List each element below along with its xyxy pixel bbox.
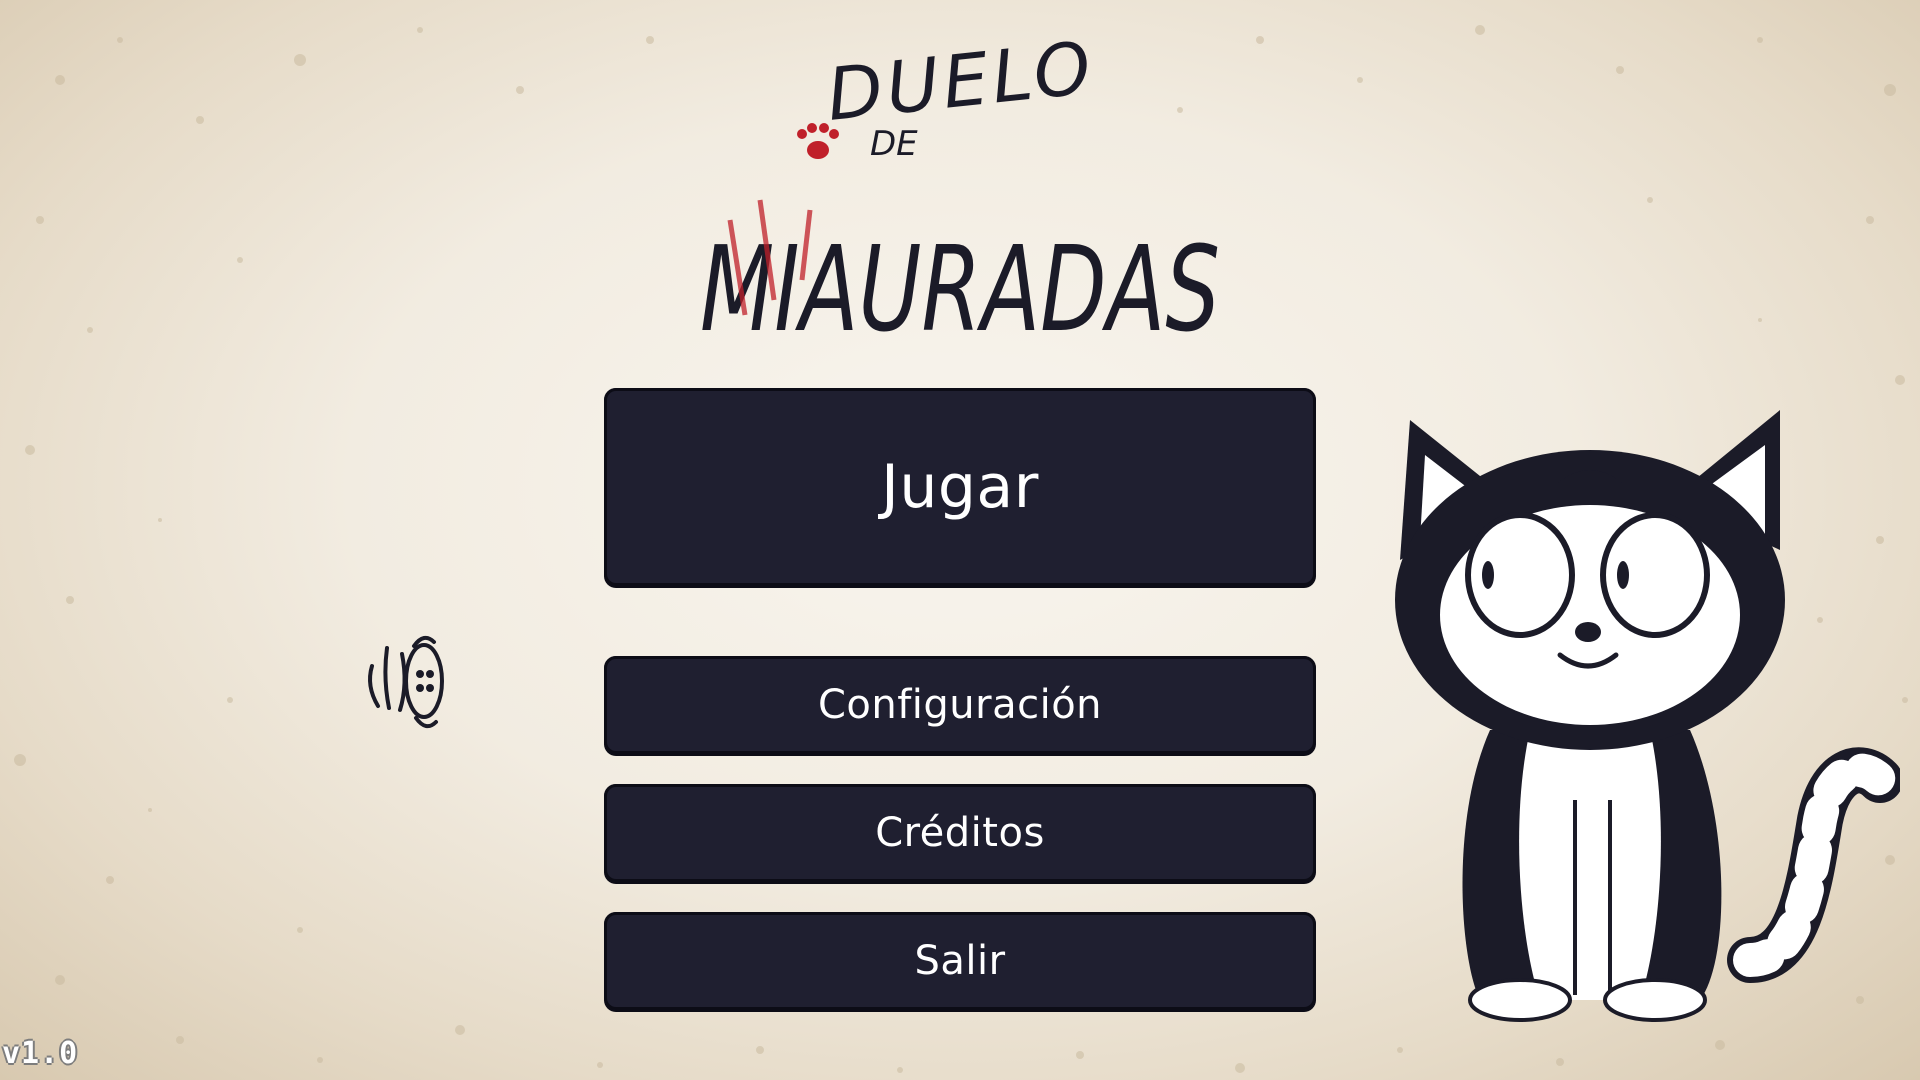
settings-button[interactable]: Configuración <box>604 656 1316 754</box>
title-line-1: DUELO <box>823 30 1099 137</box>
exit-button-label: Salir <box>914 938 1006 984</box>
title-line-3: MIAURADAS <box>700 220 1220 358</box>
play-button-label: Jugar <box>881 452 1039 522</box>
cat-character <box>1395 410 1900 1022</box>
credits-button-label: Créditos <box>875 810 1045 856</box>
version-label: v1.0 <box>2 1036 79 1071</box>
mouse-icon <box>368 635 444 729</box>
title-line-2: DE <box>870 124 918 164</box>
game-title-logo: DUELO DE MIAURADAS <box>700 30 1220 358</box>
credits-button[interactable]: Créditos <box>604 784 1316 882</box>
exit-button[interactable]: Salir <box>604 912 1316 1010</box>
settings-button-label: Configuración <box>817 682 1103 728</box>
play-button[interactable]: Jugar <box>604 388 1316 586</box>
